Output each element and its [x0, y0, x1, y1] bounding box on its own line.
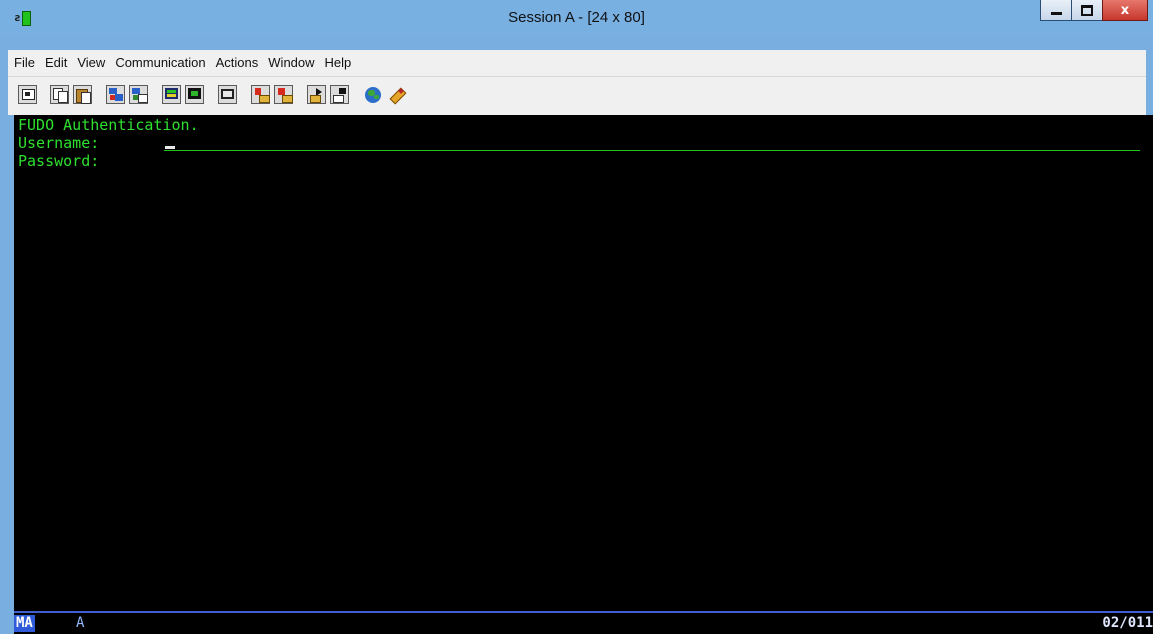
menu-bar: File Edit View Communication Actions Win… — [8, 50, 1146, 76]
keyboard-setup-icon[interactable] — [185, 85, 204, 104]
close-icon: x — [1120, 2, 1130, 18]
menu-help[interactable]: Help — [320, 50, 357, 76]
help-icon[interactable] — [386, 85, 407, 105]
session-properties-icon[interactable] — [218, 85, 237, 104]
minimize-icon[interactable] — [1040, 0, 1072, 21]
password-label: Password: — [18, 152, 100, 170]
menu-actions[interactable]: Actions — [211, 50, 264, 76]
status-session: A — [76, 615, 85, 631]
text-cursor — [165, 146, 175, 149]
macro-edit-icon[interactable] — [330, 85, 349, 104]
username-field-underline — [164, 150, 1140, 151]
close-button[interactable]: x — [1102, 0, 1148, 21]
send-file-icon[interactable] — [106, 85, 125, 104]
menu-view[interactable]: View — [72, 50, 110, 76]
emulator-window: ƨ Session A - [24 x 80] x File Edit View… — [0, 0, 1153, 634]
paste-icon[interactable] — [73, 85, 92, 104]
print-screen-icon[interactable] — [18, 85, 37, 104]
username-field[interactable] — [164, 135, 1140, 150]
menu-communication[interactable]: Communication — [110, 50, 210, 76]
status-bar: MA A 02/011 — [14, 611, 1153, 634]
window-controls: x — [1040, 0, 1148, 22]
maximize-icon[interactable] — [1071, 0, 1103, 21]
toolbar — [8, 76, 1146, 115]
display-setup-icon[interactable] — [162, 85, 181, 104]
copy-icon[interactable] — [50, 85, 69, 104]
terminal-heading: FUDO Authentication. — [18, 116, 199, 134]
status-cursor-position: 02/011 — [1102, 615, 1153, 631]
title-bar[interactable]: ƨ Session A - [24 x 80] x — [0, 0, 1153, 36]
web-globe-icon[interactable] — [363, 85, 382, 104]
terminal-screen[interactable]: FUDO Authentication. Username: Password: — [14, 115, 1153, 611]
receive-file-icon[interactable] — [129, 85, 148, 104]
macro-play-icon[interactable] — [307, 85, 326, 104]
status-mode: MA — [14, 615, 35, 632]
macro-record-icon[interactable] — [251, 85, 270, 104]
window-title: Session A - [24 x 80] — [508, 9, 645, 26]
menu-edit[interactable]: Edit — [40, 50, 72, 76]
menu-file[interactable]: File — [8, 50, 40, 76]
username-label: Username: — [18, 134, 100, 152]
menu-window[interactable]: Window — [263, 50, 319, 76]
macro-stop-icon[interactable] — [274, 85, 293, 104]
